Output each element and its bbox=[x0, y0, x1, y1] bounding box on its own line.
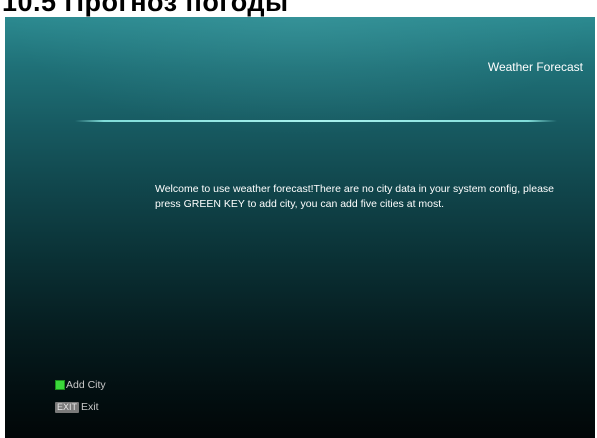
weather-forecast-screen: Weather Forecast Welcome to use weather … bbox=[5, 17, 595, 438]
green-key-icon bbox=[55, 380, 65, 390]
add-city-hint[interactable]: Add City bbox=[55, 378, 106, 392]
window-title: Weather Forecast bbox=[487, 60, 583, 74]
exit-hint[interactable]: EXIT Exit bbox=[55, 400, 99, 414]
page-caption: 10.5 Прогноз погоды bbox=[2, 0, 289, 17]
add-city-label: Add City bbox=[66, 379, 106, 391]
exit-label: Exit bbox=[81, 401, 99, 413]
title-divider bbox=[75, 120, 557, 122]
screen: 10.5 Прогноз погоды Weather Forecast Wel… bbox=[0, 0, 597, 438]
exit-key-icon: EXIT bbox=[55, 401, 80, 413]
welcome-message: Welcome to use weather forecast!There ar… bbox=[155, 183, 554, 210]
